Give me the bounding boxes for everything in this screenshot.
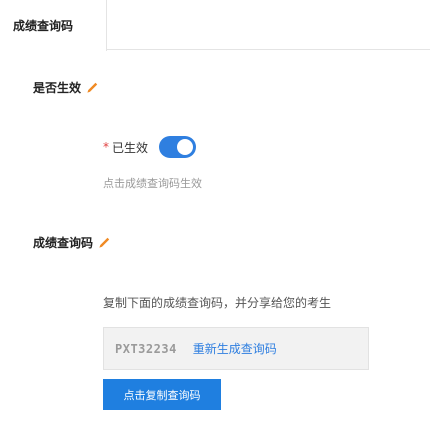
query-code-value: PXT32234	[115, 341, 177, 356]
tab-label: 成绩查询码	[13, 19, 74, 33]
copy-code-button[interactable]: 点击复制查询码	[103, 379, 221, 410]
copy-description: 复制下面的成绩查询码，并分享给您的考生	[103, 296, 332, 310]
section-title-code-label: 成绩查询码	[33, 236, 94, 250]
pencil-edit-icon[interactable]	[98, 237, 110, 249]
required-mark: *	[103, 140, 109, 154]
section-title-code: 成绩查询码	[33, 234, 110, 251]
status-field: * 已生效	[103, 136, 197, 158]
status-toggle[interactable]	[159, 136, 197, 158]
toggle-knob	[177, 139, 194, 155]
regenerate-code-link[interactable]: 重新生成查询码	[193, 340, 277, 357]
status-hint: 点击成绩查询码生效	[103, 177, 202, 190]
section-title-status: 是否生效	[33, 79, 98, 96]
status-label: 已生效	[112, 140, 149, 155]
section-title-status-label: 是否生效	[33, 81, 82, 95]
tab-score-query-code[interactable]: 成绩查询码	[0, 0, 107, 51]
pencil-edit-icon[interactable]	[86, 82, 98, 94]
code-display-box: PXT32234 重新生成查询码	[103, 327, 369, 370]
tab-bar: 成绩查询码	[0, 0, 430, 51]
